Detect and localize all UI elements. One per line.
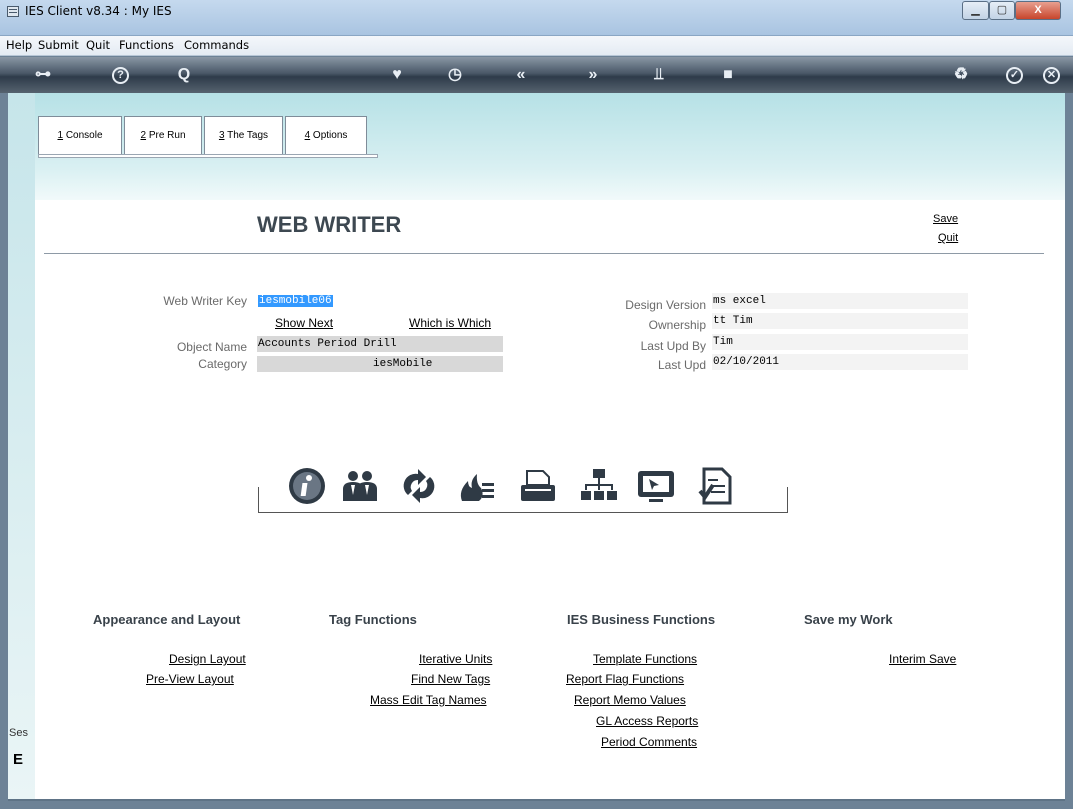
maximize-button[interactable]: ▢ <box>989 1 1015 20</box>
minimize-button[interactable]: ▁ <box>962 1 989 20</box>
left-gutter <box>8 93 35 801</box>
key-field[interactable]: iesmobile06 <box>257 293 503 309</box>
tab-console[interactable]: 1 Console <box>38 116 122 154</box>
object-name-label: Object Name <box>176 340 247 354</box>
category-label: Category <box>198 357 247 371</box>
clock-icon[interactable]: ◷ <box>444 65 466 85</box>
category-field[interactable]: iesMobile <box>257 356 503 372</box>
preview-layout-link[interactable]: Pre-View Layout <box>146 672 234 686</box>
session-label: Ses <box>9 727 28 739</box>
key-label: Web Writer Key <box>163 294 247 308</box>
toolbar: ⊶ ? Q ♥ ◷ « » ⫫ ■ ♻ ✓ ✕ <box>0 57 1073 93</box>
which-is-which-link[interactable]: Which is Which <box>409 316 491 330</box>
ownership-label: Ownership <box>648 318 706 332</box>
fire-list-icon[interactable] <box>456 465 498 507</box>
menu-bar: Help Submit Quit Functions Commands <box>0 36 1073 56</box>
page-title: WEB WRITER <box>257 212 402 237</box>
iterative-units-link[interactable]: Iterative Units <box>419 652 492 666</box>
last-upd-by-label: Last Upd By <box>640 339 706 353</box>
heart-icon[interactable]: ♥ <box>386 65 408 85</box>
report-flag-functions-link[interactable]: Report Flag Functions <box>566 672 684 686</box>
gl-access-reports-link[interactable]: GL Access Reports <box>596 714 698 728</box>
period-comments-link[interactable]: Period Comments <box>601 735 697 749</box>
save-my-work-heading: Save my Work <box>804 612 893 627</box>
key-icon[interactable]: ⊶ <box>32 65 54 85</box>
stop-icon[interactable]: ■ <box>717 65 739 85</box>
search-icon[interactable]: Q <box>173 65 195 85</box>
key-value: iesmobile06 <box>258 295 333 307</box>
app-icon <box>7 6 19 17</box>
close-icon[interactable]: ✕ <box>1043 67 1060 84</box>
ownership-field[interactable]: tt Tim <box>712 313 968 329</box>
bottom-border <box>8 799 1065 801</box>
tab-strip <box>38 154 378 158</box>
close-button[interactable]: X <box>1015 1 1061 20</box>
printer-icon[interactable] <box>517 465 559 507</box>
window-titlebar: IES Client v8.34 : My IES ▁ ▢ X <box>0 0 1073 36</box>
tab-options[interactable]: 4 Options <box>285 116 367 158</box>
quit-link[interactable]: Quit <box>938 232 958 244</box>
last-upd-by-field[interactable]: Tim <box>712 334 968 350</box>
design-version-label: Design Version <box>625 298 706 312</box>
recycle-icon[interactable]: ♻ <box>950 65 972 85</box>
interim-save-link[interactable]: Interim Save <box>889 652 956 666</box>
tab-the-tags[interactable]: 3 The Tags <box>204 116 283 154</box>
find-new-tags-link[interactable]: Find New Tags <box>411 672 490 686</box>
title-divider <box>44 253 1044 254</box>
users-icon[interactable] <box>339 465 381 507</box>
menu-functions[interactable]: Functions <box>119 38 174 52</box>
info-icon[interactable] <box>286 465 328 507</box>
menu-help[interactable]: Help <box>6 38 32 52</box>
appearance-heading: Appearance and Layout <box>93 612 241 627</box>
tab-pre-run[interactable]: 2 Pre Run <box>124 116 202 154</box>
window-title: IES Client v8.34 : My IES <box>25 4 172 18</box>
tag-functions-heading: Tag Functions <box>329 612 417 627</box>
business-functions-heading: IES Business Functions <box>567 612 716 627</box>
forward-icon[interactable]: » <box>582 65 604 85</box>
menu-commands[interactable]: Commands <box>184 38 249 52</box>
report-memo-values-link[interactable]: Report Memo Values <box>574 693 686 707</box>
rewind-icon[interactable]: « <box>510 65 532 85</box>
last-upd-field[interactable]: 02/10/2011 <box>712 354 968 370</box>
session-glyph: E <box>13 751 24 768</box>
menu-submit[interactable]: Submit <box>38 38 79 52</box>
sitemap-icon[interactable] <box>578 465 620 507</box>
mass-edit-tag-names-link[interactable]: Mass Edit Tag Names <box>370 693 487 707</box>
check-icon[interactable]: ✓ <box>1006 67 1023 84</box>
last-upd-label: Last Upd <box>657 358 706 372</box>
design-layout-link[interactable]: Design Layout <box>169 652 246 666</box>
object-name-field[interactable]: Accounts Period Drill <box>257 336 503 352</box>
template-functions-link[interactable]: Template Functions <box>593 652 697 666</box>
monitor-icon[interactable] <box>635 465 677 507</box>
menu-quit[interactable]: Quit <box>86 38 110 52</box>
refresh-icon[interactable] <box>398 465 440 507</box>
checklist-icon[interactable] <box>695 465 737 507</box>
design-version-field[interactable]: ms excel <box>712 293 968 309</box>
help-icon[interactable]: ? <box>112 67 129 84</box>
save-link[interactable]: Save <box>933 213 958 225</box>
show-next-link[interactable]: Show Next <box>275 316 333 330</box>
tools-icon[interactable]: ⫫ <box>648 65 670 85</box>
